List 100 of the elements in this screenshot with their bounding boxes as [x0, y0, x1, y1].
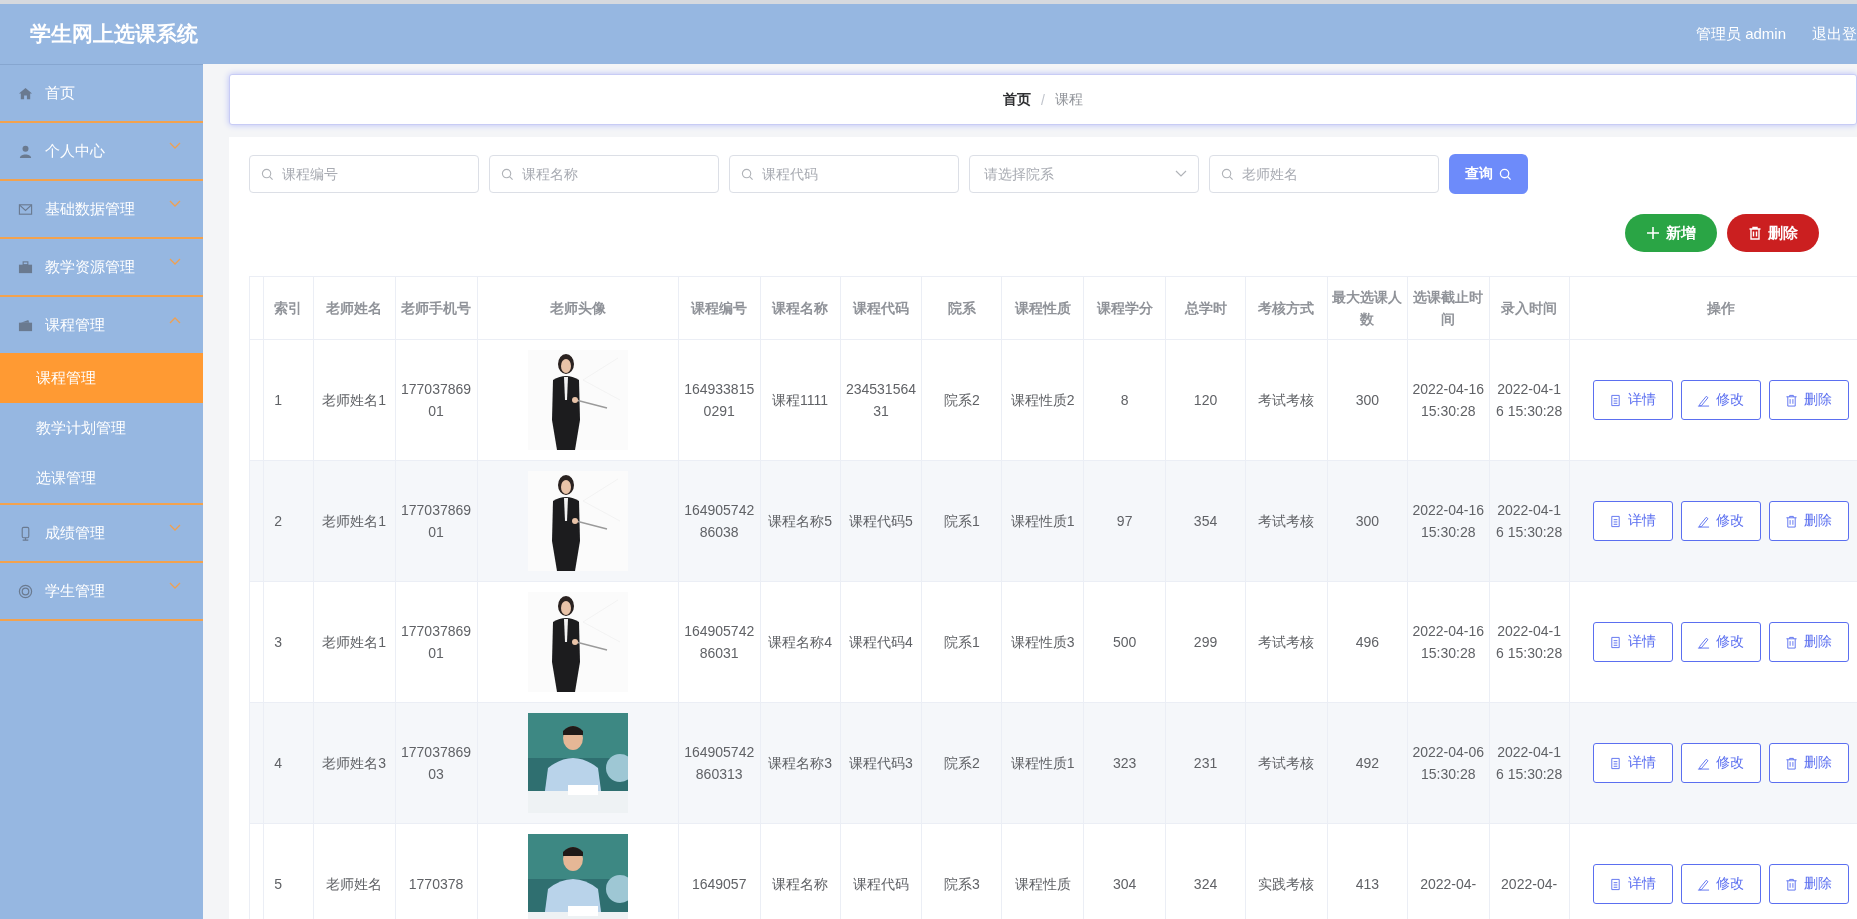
delete-button[interactable]: 删除 [1768, 864, 1849, 904]
table-cell: 考试考核 [1245, 581, 1328, 703]
column-header: 老师手机号 [395, 276, 477, 340]
table-cell: 492 [1327, 702, 1408, 824]
pencil-icon [1697, 635, 1711, 649]
table-cell: 课程性质1 [1001, 702, 1084, 824]
delete-button[interactable]: 删除 [1768, 622, 1849, 662]
table-cell: 院系2 [921, 702, 1002, 824]
delete-button[interactable]: 删除 [1768, 501, 1849, 541]
select-field[interactable]: 请选择院系 [969, 155, 1199, 193]
home-icon [18, 85, 33, 101]
column-header: 选课截止时间 [1407, 276, 1490, 340]
search-icon [261, 168, 274, 181]
table-cell: 2022-04-16 15:30:28 [1407, 339, 1490, 461]
table-cell: 16490574286031 [678, 581, 761, 703]
breadcrumb-separator: / [1041, 91, 1045, 108]
column-header: 操作 [1569, 276, 1857, 340]
details-button[interactable]: 详情 [1592, 380, 1673, 420]
edit-button[interactable]: 修改 [1680, 622, 1761, 662]
table-cell: 8 [1083, 339, 1166, 461]
user-label: 管理员 admin [1695, 24, 1786, 44]
table-cell: 496 [1327, 581, 1408, 703]
column-header: 课程代码 [840, 276, 922, 340]
search-field[interactable]: 老师姓名 [1209, 155, 1439, 193]
table-cell: 3 [263, 581, 314, 703]
table-cell: 老师姓名1 [313, 581, 396, 703]
column-header: 总学时 [1165, 276, 1246, 340]
table-cell: 院系1 [921, 460, 1002, 582]
pencil-icon [1697, 877, 1711, 891]
table-cell: 课程1111 [760, 339, 840, 461]
edit-button[interactable]: 修改 [1680, 501, 1761, 541]
table-cell: 课程性质1 [1001, 460, 1084, 582]
query-button[interactable]: 查询 [1449, 154, 1528, 194]
table-cell: 课程代码3 [840, 702, 922, 824]
search-icon [1499, 167, 1512, 181]
table-cell: 2022-04-06 15:30:28 [1407, 702, 1490, 824]
edit-button[interactable]: 修改 [1680, 380, 1761, 420]
table-cell: 课程代码4 [840, 581, 922, 703]
column-header: 课程编号 [678, 276, 761, 340]
table-cell: 院系2 [921, 339, 1002, 461]
table-cell: 1 [263, 339, 314, 461]
delete-button[interactable]: 删除 [1768, 743, 1849, 783]
table-cell: 323 [1083, 702, 1166, 824]
column-header: 课程名称 [760, 276, 840, 340]
table-cell: 考试考核 [1245, 460, 1328, 582]
table-cell: 17703786901 [395, 581, 477, 703]
pencil-icon [1697, 393, 1711, 407]
app-title: 学生网上选课系统 [30, 21, 198, 47]
briefcase-icon [18, 259, 33, 275]
details-button[interactable]: 详情 [1592, 864, 1673, 904]
table-cell: 17703786903 [395, 702, 477, 824]
table-cell: 课程性质2 [1001, 339, 1084, 461]
table-cell: 2022-04-16 15:30:28 [1489, 460, 1570, 582]
search-icon [1221, 168, 1234, 181]
details-button[interactable]: 详情 [1592, 743, 1673, 783]
column-header: 课程性质 [1001, 276, 1084, 340]
search-field[interactable]: 课程编号 [249, 155, 479, 193]
wallet-icon [18, 317, 33, 333]
trash-icon [1785, 756, 1799, 770]
column-header: 老师头像 [477, 276, 679, 340]
trash-icon [1785, 393, 1799, 407]
column-header: 课程学分 [1083, 276, 1166, 340]
search-field[interactable]: 课程代码 [729, 155, 959, 193]
user-icon [18, 143, 33, 159]
column-header: 院系 [921, 276, 1002, 340]
delete-button[interactable]: 删除 [1727, 214, 1819, 252]
table-cell: 17703786901 [395, 339, 477, 461]
add-button[interactable]: 新增 [1625, 214, 1717, 252]
breadcrumb-link[interactable]: 首页 [1003, 90, 1032, 109]
table-cell: 课程名称5 [760, 460, 840, 582]
trash-icon [1785, 877, 1799, 891]
table-cell: 老师姓名1 [313, 339, 396, 461]
edit-button[interactable]: 修改 [1680, 743, 1761, 783]
table-cell: 考试考核 [1245, 702, 1328, 824]
column-header: 老师姓名 [313, 276, 396, 340]
table-cell: 97 [1083, 460, 1166, 582]
table-cell: 2022-04-16 15:30:28 [1407, 581, 1490, 703]
document-icon [1609, 635, 1623, 649]
details-button[interactable]: 详情 [1592, 622, 1673, 662]
table-cell: 17703786901 [395, 460, 477, 582]
ring-icon [18, 583, 33, 599]
table-cell: 考试考核 [1245, 339, 1328, 461]
column-header: 索引 [263, 276, 314, 340]
table-cell: 1649338150291 [678, 339, 761, 461]
pencil-icon [1697, 514, 1711, 528]
table-cell: 2022-04-16 15:30:28 [1407, 460, 1490, 582]
table-cell: 23453156431 [840, 339, 922, 461]
trash-icon [1785, 514, 1799, 528]
document-icon [1609, 393, 1623, 407]
search-field[interactable]: 课程名称 [489, 155, 719, 193]
edit-button[interactable]: 修改 [1680, 864, 1761, 904]
details-button[interactable]: 详情 [1592, 501, 1673, 541]
breadcrumb-link[interactable]: 课程 [1054, 90, 1083, 109]
table-cell: 354 [1165, 460, 1246, 582]
table-cell: 老师姓名3 [313, 702, 396, 824]
delete-button[interactable]: 删除 [1768, 380, 1849, 420]
mail-icon [18, 201, 33, 217]
table-cell: 课程名称4 [760, 581, 840, 703]
table-cell: 300 [1327, 460, 1408, 582]
table-cell: 4 [263, 702, 314, 824]
